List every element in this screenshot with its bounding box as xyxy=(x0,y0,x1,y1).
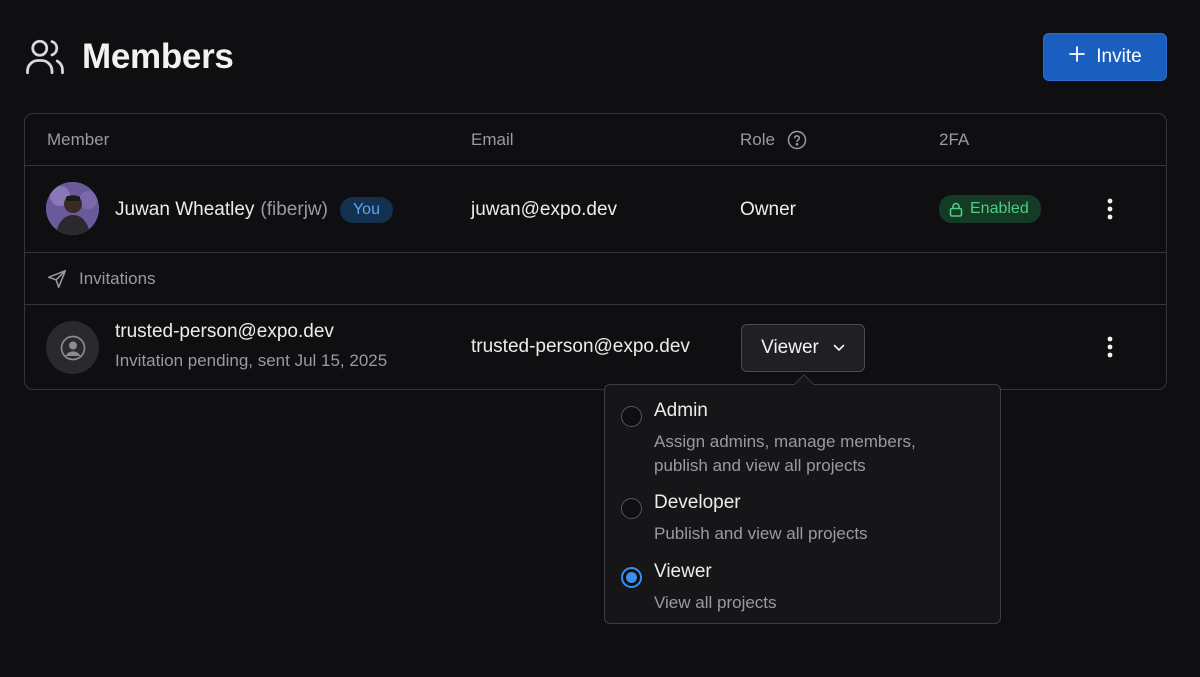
twofa-status: Enabled xyxy=(970,200,1029,217)
role-dropdown: Admin Assign admins, manage members, pub… xyxy=(604,374,1001,624)
more-options-button[interactable] xyxy=(1098,327,1122,367)
radio-button[interactable] xyxy=(621,406,642,427)
member-cell xyxy=(46,182,99,235)
avatar xyxy=(46,182,99,235)
table-header: Member Email Role 2FA xyxy=(25,114,1166,166)
invitee-info: trusted-person@expo.dev Invitation pendi… xyxy=(115,321,387,371)
column-header-2fa: 2FA xyxy=(939,130,970,149)
members-table: Member Email Role 2FA Juwan Wheatley (fi… xyxy=(24,113,1167,390)
radio-button-checked[interactable] xyxy=(621,567,642,588)
invitee-email: trusted-person@expo.dev xyxy=(115,321,334,342)
role-option-label: Viewer xyxy=(654,561,712,582)
page-title: Members xyxy=(82,37,234,76)
lock-icon xyxy=(949,202,963,217)
member-handle: (fiberjw) xyxy=(260,199,328,220)
role-option-developer[interactable]: Developer Publish and view all projects xyxy=(621,492,988,544)
table-row: Juwan Wheatley (fiberjw) You juwan@expo.… xyxy=(25,166,1166,253)
member-name-cell: Juwan Wheatley (fiberjw) You xyxy=(115,196,393,224)
radio-button[interactable] xyxy=(621,498,642,519)
member-name: Juwan Wheatley xyxy=(115,199,255,220)
send-icon xyxy=(47,269,67,289)
role-option-description: Publish and view all projects xyxy=(654,524,868,543)
role-option-description: View all projects xyxy=(654,593,777,612)
twofa-badge: Enabled xyxy=(939,195,1041,223)
member-email: juwan@expo.dev xyxy=(471,199,618,220)
invite-actions xyxy=(1098,327,1122,367)
you-badge: You xyxy=(339,197,393,223)
invitee-avatar-cell xyxy=(46,321,99,374)
role-option-description: Assign admins, manage members, publish a… xyxy=(654,432,916,475)
role-select[interactable]: Viewer xyxy=(741,324,865,372)
members-page: Members Invite Member Email Role 2FA Juw… xyxy=(0,0,1200,677)
invitee-email-column: trusted-person@expo.dev xyxy=(471,336,690,357)
status-badge: Enabled xyxy=(939,195,1041,223)
role-option-label: Admin xyxy=(654,400,708,421)
invite-button-label: Invite xyxy=(1096,46,1142,67)
member-role: Owner xyxy=(740,199,796,220)
invitation-status: Invitation pending, sent Jul 15, 2025 xyxy=(115,351,388,370)
table-row: trusted-person@expo.dev Invitation pendi… xyxy=(25,305,1166,390)
role-option-admin[interactable]: Admin Assign admins, manage members, pub… xyxy=(621,400,988,475)
role-option-viewer[interactable]: Viewer View all projects xyxy=(621,561,988,613)
column-header-role-label: Role xyxy=(740,130,775,149)
invitations-section-header: Invitations xyxy=(25,253,1166,305)
avatar xyxy=(46,321,99,374)
page-header: Members Invite xyxy=(24,33,1167,81)
role-select-value: Viewer xyxy=(761,337,819,358)
column-header-email: Email xyxy=(471,130,514,149)
invitations-label-cell: Invitations xyxy=(47,267,156,291)
role-option-label: Developer xyxy=(654,492,741,513)
users-icon xyxy=(24,36,66,78)
invite-button[interactable]: Invite xyxy=(1043,33,1167,81)
member-actions xyxy=(1098,189,1122,229)
more-options-button[interactable] xyxy=(1098,189,1122,229)
help-icon[interactable] xyxy=(787,130,807,150)
column-header-role: Role xyxy=(740,114,807,166)
invitations-label: Invitations xyxy=(79,269,156,288)
plus-icon xyxy=(1068,45,1086,69)
chevron-down-icon xyxy=(833,344,845,352)
column-header-member: Member xyxy=(47,130,110,149)
